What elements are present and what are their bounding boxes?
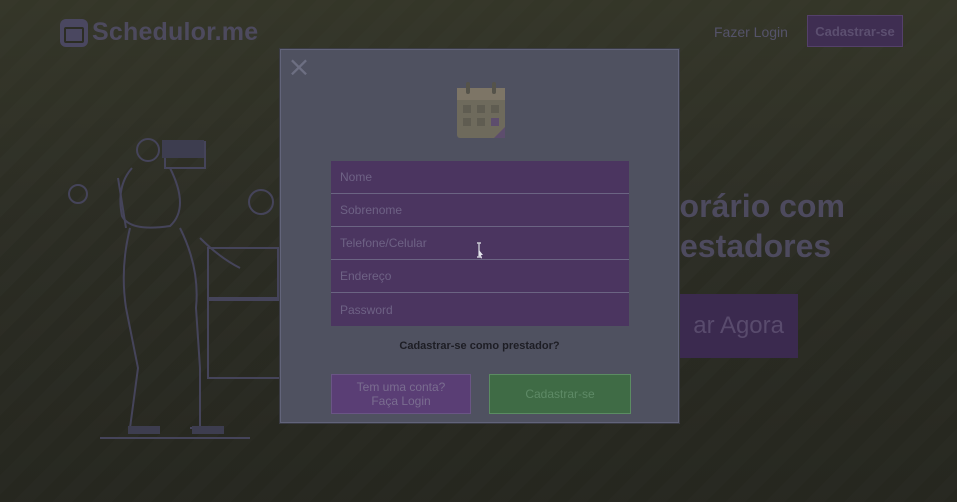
nav-login-link[interactable]: Fazer Login [714, 24, 788, 40]
person-illustration [68, 138, 283, 439]
text-cursor-icon [477, 242, 483, 259]
provider-signup-link[interactable]: Cadastrar-se como prestador? [281, 340, 678, 352]
signup-modal: × Cadastrar-se como prestador? Tem uma c… [280, 49, 679, 423]
password-field[interactable] [331, 293, 629, 326]
logo-icon [60, 18, 88, 47]
calendar-icon [457, 82, 505, 138]
login-button[interactable]: Tem uma conta? Faça Login [331, 374, 471, 414]
close-icon[interactable]: × [287, 53, 311, 81]
hero-title-line2: estadores [680, 228, 832, 264]
email-field[interactable] [331, 260, 629, 293]
first-name-field[interactable] [331, 161, 629, 194]
last-name-field[interactable] [331, 194, 629, 227]
nav-signup-button[interactable]: Cadastrar-se [807, 15, 903, 47]
hero-title-line1: horário com [660, 188, 845, 224]
register-button[interactable]: Cadastrar-se [489, 374, 631, 414]
hero-title: horário com estadores [660, 186, 940, 266]
brand[interactable]: Schedulor.me [60, 18, 258, 47]
brand-name: Schedulor.me [92, 18, 259, 46]
